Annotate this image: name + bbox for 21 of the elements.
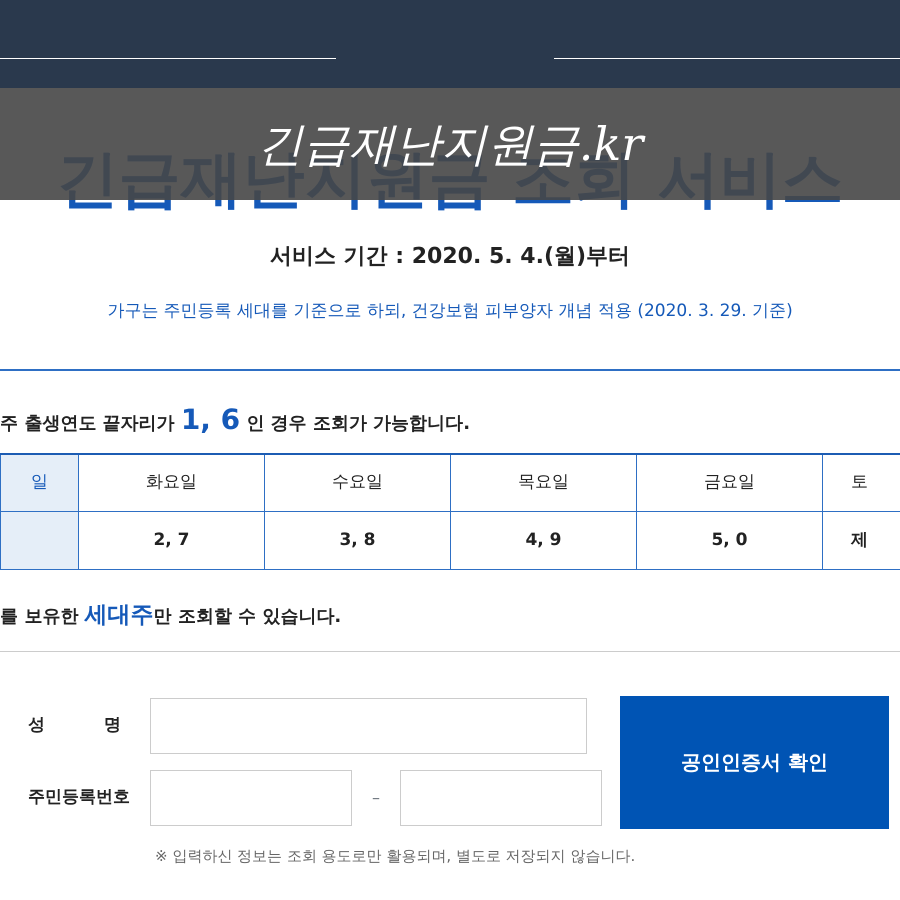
privacy-note: ※ 입력하신 정보는 조회 용도로만 활용되며, 별도로 저장되지 않습니다. <box>155 846 636 866</box>
id-label: 주민등록번호 <box>28 786 131 809</box>
day-header: 목요일 <box>450 454 636 512</box>
day-header: 화요일 <box>78 454 264 512</box>
name-input[interactable] <box>150 698 587 754</box>
day-header: 수요일 <box>264 454 450 512</box>
household-note: 가구는 주민등록 세대를 기준으로 하되, 건강보험 피부양자 개념 적용 (2020. 3. 29. 기준) <box>106 300 794 323</box>
name-label: 성 명 <box>28 714 122 737</box>
digits-cell: 3, 8 <box>264 512 450 570</box>
service-period: 서비스 기간 : 2020. 5. 4.(월)부터 <box>268 243 632 271</box>
id-back-input[interactable] <box>400 770 602 826</box>
day-header: 일 <box>0 454 78 512</box>
schedule-notice: 주 출생연도 끝자리가 1, 6 인 경우 조회가 가능합니다. <box>0 402 472 438</box>
digits-cell: 5, 0 <box>636 512 822 570</box>
digits-cell: 2, 7 <box>78 512 264 570</box>
digits-cell: 4, 9 <box>450 512 636 570</box>
owner-notice: 를 보유한 세대주만 조회할 수 있습니다. <box>0 601 342 630</box>
id-separator: – <box>371 786 381 808</box>
certificate-button[interactable]: 공인인증서 확인 <box>620 696 889 828</box>
day-header: 금요일 <box>636 454 822 512</box>
id-front-input[interactable] <box>150 770 352 826</box>
